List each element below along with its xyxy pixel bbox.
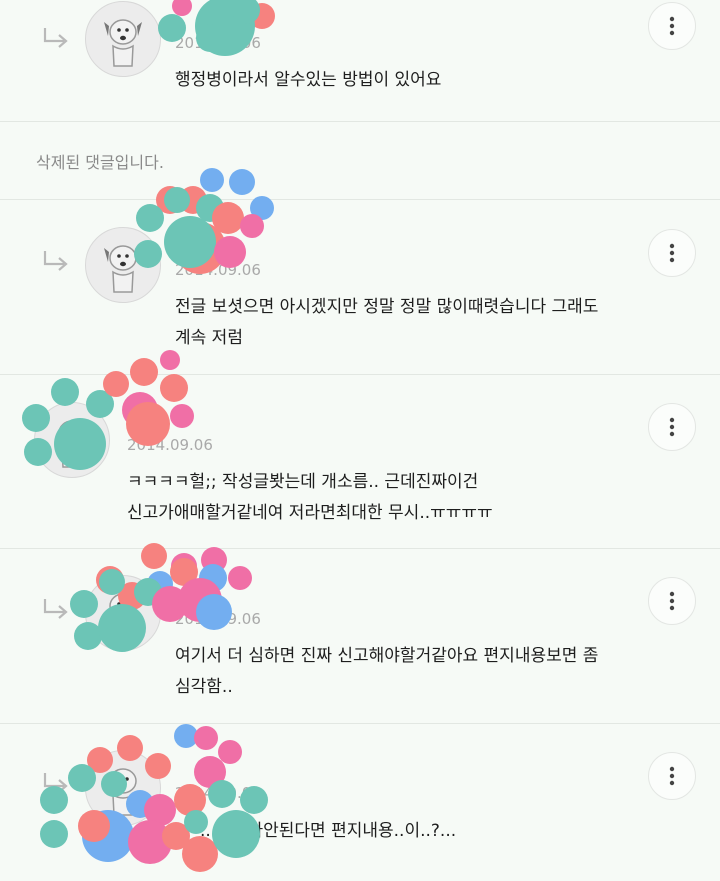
avatar[interactable] <box>85 227 161 303</box>
comment-row: 2014.09.06 전글 보셧으면 아시겠지만 정말 정말 많이때렷습니다 그… <box>0 200 720 374</box>
deleted-comment-text: 삭제된 댓글입니다. <box>36 153 164 172</box>
comment-text: 행정병이라서 알수있는 방법이 있어요 <box>175 70 442 90</box>
dog-avatar-icon <box>109 768 137 816</box>
reply-arrow-icon <box>43 773 68 793</box>
comment-date: 2014.09.06 <box>175 784 261 802</box>
avatar[interactable] <box>85 575 161 651</box>
more-vertical-icon <box>669 766 675 786</box>
comment-date: 2014.09.06 <box>175 261 261 279</box>
comment-row: 2014.09.06 행정병이라서 알수있는 방법이 있어요 <box>0 0 720 121</box>
dog-avatar-icon <box>104 19 142 67</box>
more-vertical-icon <box>669 16 675 36</box>
dog-avatar-icon <box>104 245 142 293</box>
reply-arrow-icon <box>43 599 68 619</box>
comment-row: 2014.09.06 ㅋㅋㅋㅋ헐;; 작성글봣는데 개소름.. 근데진짜이건 신… <box>0 375 720 548</box>
reply-arrow-icon <box>43 28 68 48</box>
comment-text: 여기서 더 심하면 진짜 신고해야할거같아요 편지내용보면 좀 심각함.. <box>175 646 599 697</box>
avatar[interactable] <box>85 750 161 826</box>
comment-text: 전글 보셧으면 아시겠지만 정말 정말 많이때렷습니다 그래도 계속 저럼 <box>175 297 599 348</box>
more-options-button[interactable] <box>648 2 696 50</box>
comment-row: 2014.09.06 ...실례가안된다면 편지내용..이..?... <box>0 724 720 881</box>
avatar[interactable] <box>34 402 110 478</box>
dog-avatar-icon <box>58 420 86 468</box>
more-options-button[interactable] <box>648 752 696 800</box>
dog-avatar-icon <box>109 593 137 641</box>
reply-arrow-icon <box>43 251 68 271</box>
comment-row: 2014.09.06 여기서 더 심하면 진짜 신고해야할거같아요 편지내용보면… <box>0 549 720 723</box>
more-vertical-icon <box>669 243 675 263</box>
more-options-button[interactable] <box>648 403 696 451</box>
comment-text: ...실례가안된다면 편지내용..이..?... <box>200 821 457 841</box>
more-vertical-icon <box>669 417 675 437</box>
more-options-button[interactable] <box>648 577 696 625</box>
comment-text: ㅋㅋㅋㅋ헐;; 작성글봣는데 개소름.. 근데진짜이건 신고가애매할거같네여 저… <box>127 472 493 523</box>
deleted-comment-row: 삭제된 댓글입니다. <box>0 122 720 199</box>
more-options-button[interactable] <box>648 229 696 277</box>
comment-date: 2014.09.06 <box>175 610 261 628</box>
avatar[interactable] <box>85 1 161 77</box>
more-vertical-icon <box>669 591 675 611</box>
comment-date: 2014.09.06 <box>175 34 261 52</box>
comment-date: 2014.09.06 <box>127 436 213 454</box>
